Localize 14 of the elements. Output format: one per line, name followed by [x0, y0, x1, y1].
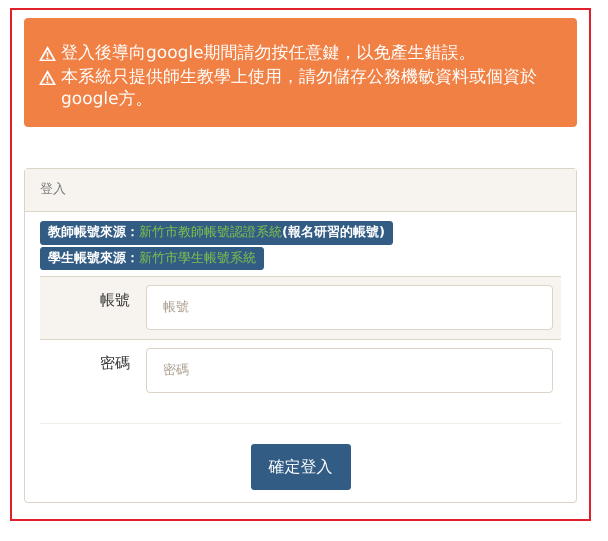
account-source-label: 學生帳號來源：新竹市學生帳號系統 — [40, 246, 264, 270]
panel-title: 登入 — [40, 181, 66, 200]
login-button[interactable]: 確定登入 — [250, 444, 350, 490]
field-label: 帳號 — [99, 290, 130, 311]
source-link[interactable]: 新竹市學生帳號系統 — [139, 250, 256, 266]
warning-icon — [38, 45, 57, 62]
warning-text: 登入後導向google期間請勿按任意鍵，以免產生錯誤。 — [61, 42, 476, 64]
input-field[interactable]: 密碼 — [146, 348, 553, 393]
source-link[interactable]: 新竹市教師帳號認證系統 — [139, 225, 282, 240]
account-source-label: 教師帳號來源：新竹市教師帳號認證系統(報名研習的帳號) — [40, 221, 393, 244]
input-field[interactable]: 帳號 — [146, 285, 553, 330]
warning-text: 本系統只提供師生教學上使用，請勿儲存公務機敏資料或個資於google方。 — [61, 66, 538, 110]
field-label: 密碼 — [99, 353, 130, 374]
warning-icon — [38, 69, 57, 86]
